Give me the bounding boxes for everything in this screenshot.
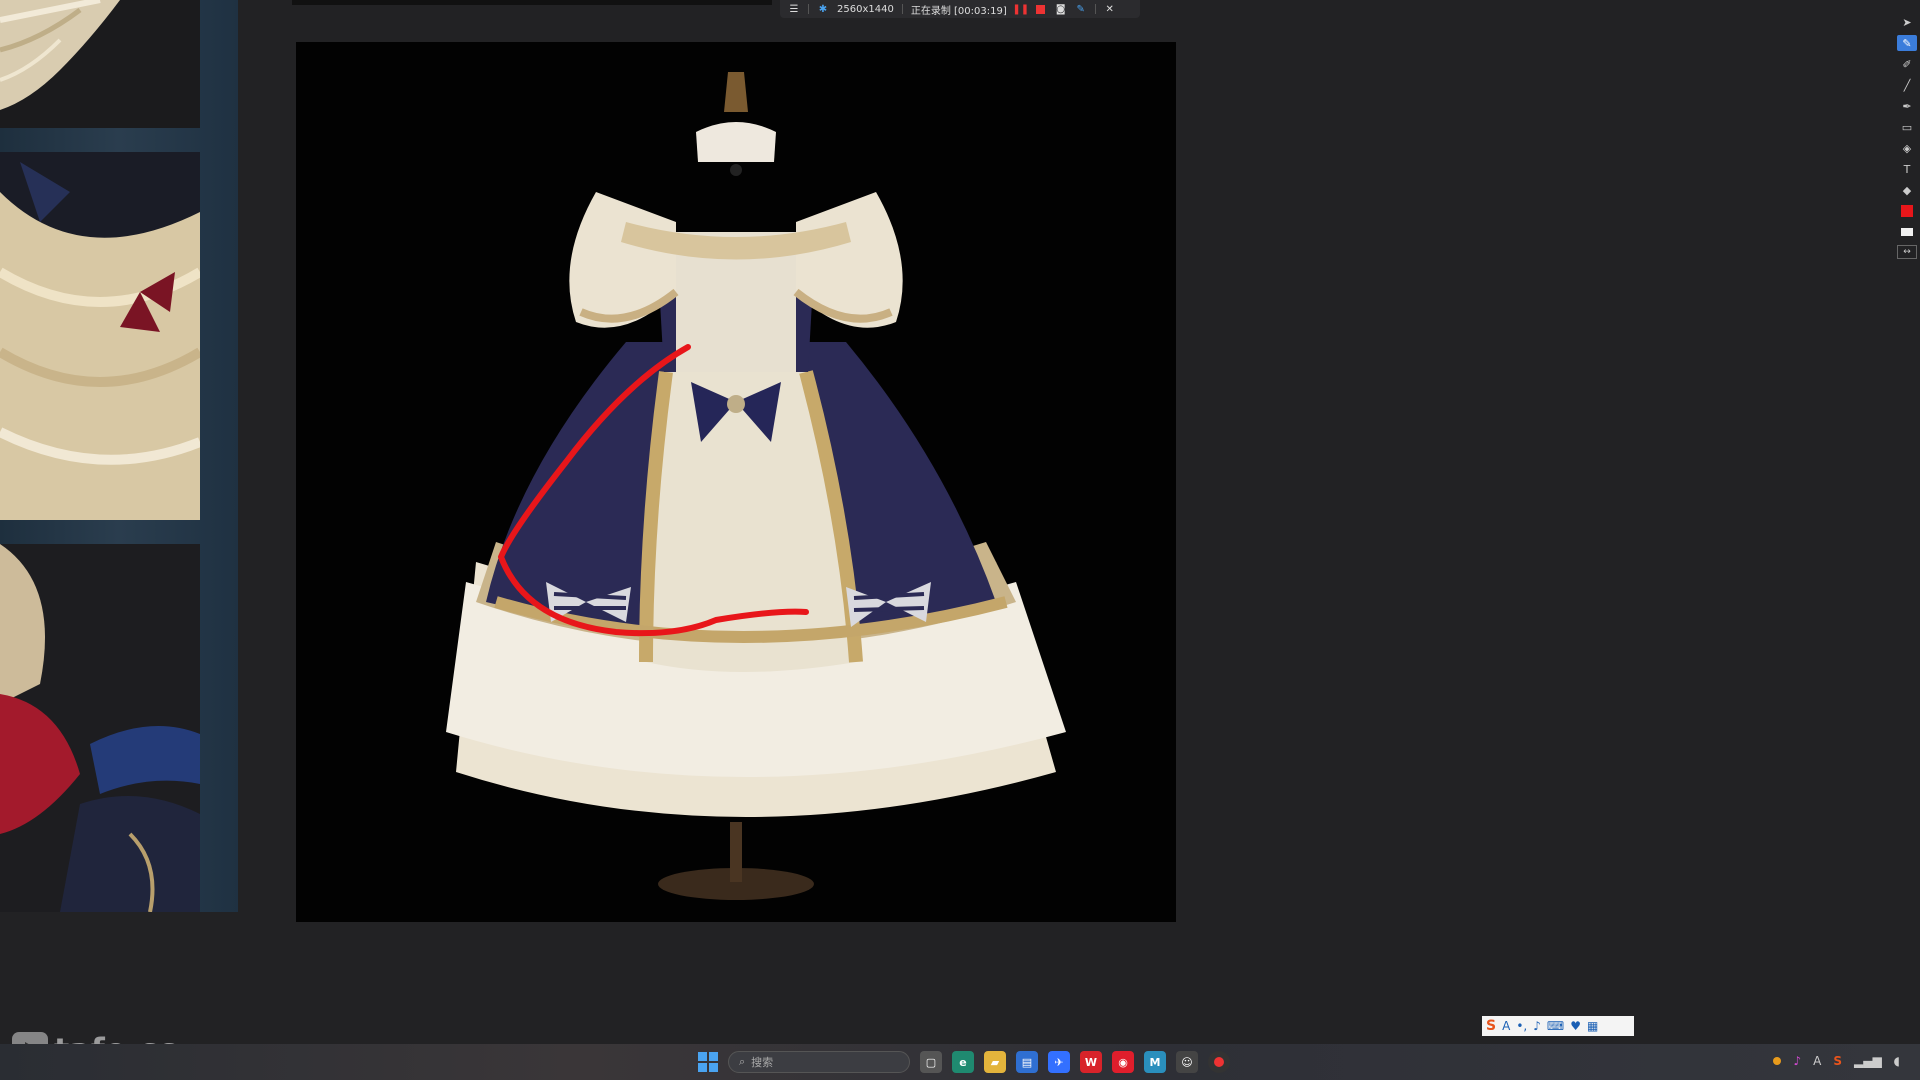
pen-icon[interactable]: ✎ <box>1897 35 1917 51</box>
tray-ime-indicator[interactable]: A <box>1813 1054 1821 1068</box>
tray-network-icon[interactable]: ▂▄▆ <box>1854 1054 1882 1068</box>
task-view-icon[interactable]: ▢ <box>920 1051 942 1073</box>
recording-status: 正在录制 [00:03:19] <box>910 5 1007 17</box>
ime-mode-icon[interactable]: A <box>1502 1019 1510 1033</box>
thumbnail-ruffle-bow[interactable] <box>0 152 200 520</box>
color-white-swatch[interactable] <box>1897 224 1917 240</box>
app-m-icon[interactable]: M <box>1144 1051 1166 1073</box>
line-icon[interactable]: ╱ <box>1897 77 1917 93</box>
drawing-tool-panel: ➤ ✎ ✐ ╱ ✒ ▭ ◈ T ◆ ↔ <box>1894 14 1920 284</box>
camera-icon[interactable]: ◙ <box>1055 3 1067 15</box>
swap-icon[interactable]: ↔ <box>1897 245 1917 259</box>
cursor-icon[interactable]: ➤ <box>1897 14 1917 30</box>
microphone-icon[interactable]: ♪ <box>1533 1019 1541 1033</box>
file-explorer-icon[interactable]: ▰ <box>984 1051 1006 1073</box>
fill-icon[interactable]: ◈ <box>1897 140 1917 156</box>
tray-notify-icon[interactable] <box>1773 1057 1782 1065</box>
record-icon[interactable] <box>1208 1051 1230 1073</box>
store-icon[interactable]: ▤ <box>1016 1051 1038 1073</box>
thumbnail-strip <box>0 0 238 912</box>
stop-icon[interactable] <box>1035 3 1047 15</box>
pen-tool-icon[interactable]: ✎ <box>1075 3 1087 15</box>
sogou-icon[interactable]: S <box>1486 1018 1496 1034</box>
eraser-icon[interactable]: ◆ <box>1897 182 1917 198</box>
ime-toolbar: S A •, ♪ ⌨ ♥ ▦ <box>1482 1016 1634 1036</box>
app-person-icon[interactable]: ☺ <box>1176 1051 1198 1073</box>
search-icon: ⌕ <box>739 1055 746 1068</box>
skin-icon[interactable]: ♥ <box>1570 1019 1581 1033</box>
thumbnail-red-navy-detail[interactable] <box>0 544 200 912</box>
netease-music-icon[interactable]: ◉ <box>1112 1051 1134 1073</box>
edge-browser-icon[interactable]: e <box>952 1051 974 1073</box>
color-red-swatch[interactable] <box>1897 203 1917 219</box>
search-placeholder: 搜索 <box>751 1056 774 1069</box>
tray-sogou-icon[interactable]: S <box>1833 1054 1842 1068</box>
pin-icon[interactable]: ✱ <box>817 3 829 15</box>
taskbar-search[interactable]: ⌕ 搜索 <box>728 1051 910 1073</box>
apps-grid-icon[interactable]: ▦ <box>1587 1019 1598 1033</box>
thumbnail-lace-detail[interactable] <box>0 0 200 128</box>
tray-mic-icon[interactable]: ♪ <box>1793 1054 1801 1068</box>
close-icon[interactable]: ✕ <box>1104 3 1116 15</box>
main-image-canvas[interactable] <box>296 42 1176 922</box>
brush-icon[interactable]: ✒ <box>1897 98 1917 114</box>
taskbar: ⌕ 搜索 ▢ e ▰ ▤ ✈ W ◉ M ☺ ♪ A S ▂▄▆ ◖ <box>0 1044 1920 1080</box>
text-icon[interactable]: T <box>1897 161 1917 177</box>
system-tray: ♪ A S ▂▄▆ ◖ <box>1773 1054 1900 1068</box>
pause-icon[interactable]: ❚❚ <box>1012 3 1029 15</box>
keyboard-icon[interactable]: ⌨ <box>1547 1019 1564 1033</box>
punctuation-icon[interactable]: •, <box>1516 1019 1527 1033</box>
window-top-edge <box>292 0 772 5</box>
wps-icon[interactable]: W <box>1080 1051 1102 1073</box>
screen-recorder-toolbar: ☰ ✱ 2560x1440 正在录制 [00:03:19] ❚❚ ◙ ✎ ✕ <box>780 0 1140 18</box>
windows-start-icon[interactable] <box>698 1052 718 1072</box>
rectangle-icon[interactable]: ▭ <box>1897 119 1917 135</box>
feishu-icon[interactable]: ✈ <box>1048 1051 1070 1073</box>
recording-resolution: 2560x1440 <box>837 3 894 15</box>
marker-icon[interactable]: ✐ <box>1897 56 1917 72</box>
tray-volume-icon[interactable]: ◖ <box>1894 1054 1900 1068</box>
menu-icon[interactable]: ☰ <box>788 3 800 15</box>
